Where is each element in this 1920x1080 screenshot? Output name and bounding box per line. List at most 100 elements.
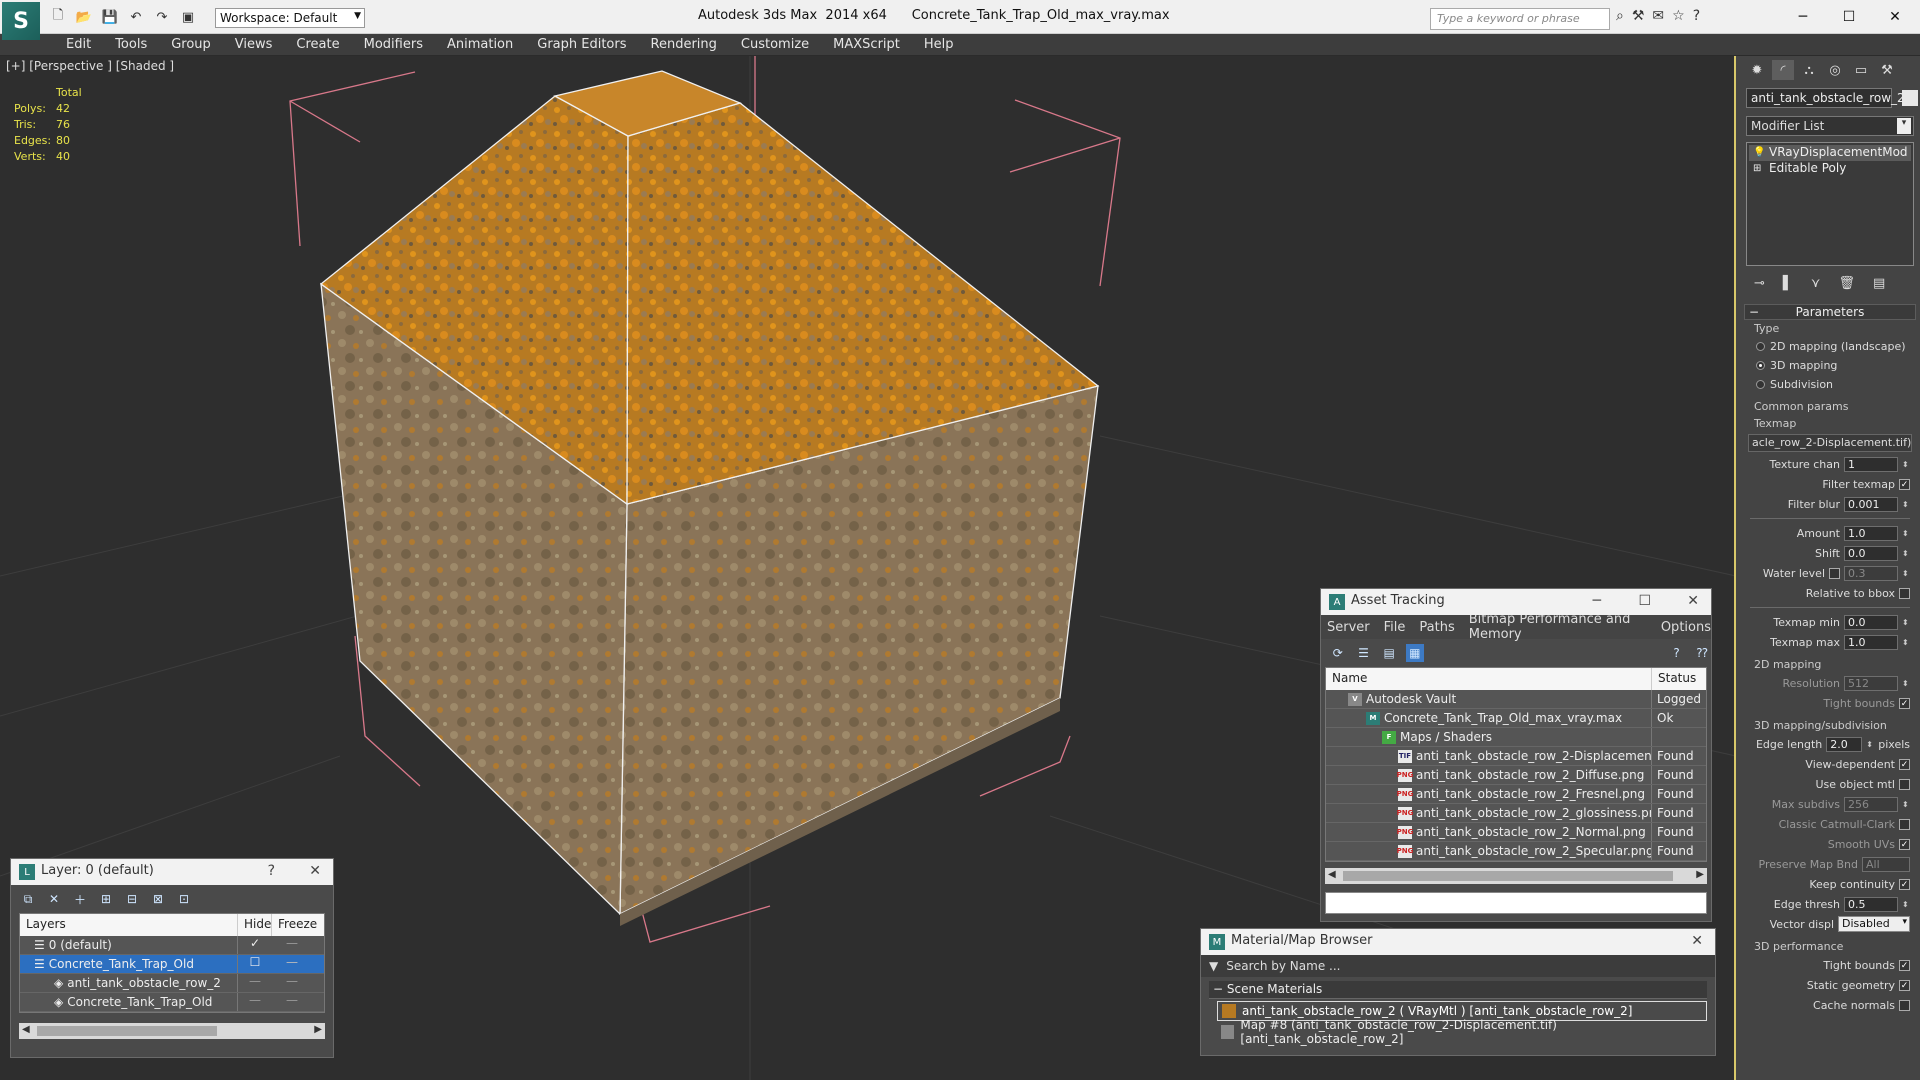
asset-row[interactable]: TIF anti_tank_obstacle_row_2-Displacement… [1326,747,1706,766]
smooth-uvs-checkbox[interactable]: ✓ [1899,838,1910,850]
col-freeze[interactable]: Freeze [272,914,317,936]
display-tab-icon[interactable]: ▭ [1850,60,1872,80]
object-name-field[interactable]: anti_tank_obstacle_row_2 [1746,88,1905,108]
texmap-min-input[interactable]: 0.0 [1844,614,1898,630]
edge-length-input[interactable]: 2.0 [1826,736,1863,752]
minimize-icon[interactable]: ─ [1780,4,1826,30]
remove-modifier-icon[interactable]: 🗑 [1838,276,1855,292]
spinner-icon[interactable]: ⬍ [1902,529,1910,538]
help-button[interactable]: ? [268,863,275,879]
scroll-left-icon[interactable]: ◀ [22,1024,30,1035]
col-name[interactable]: Name [1326,668,1652,690]
list-view-icon[interactable]: ☰ [1355,644,1373,662]
close-button[interactable]: ✕ [309,863,321,879]
stack-item-vray-displacement[interactable]: 💡 VRayDisplacementMod [1749,145,1911,161]
menu-options[interactable]: Options [1661,620,1711,635]
asset-row[interactable]: PNG anti_tank_obstacle_row_2_Specular.png… [1326,842,1706,861]
asset-row[interactable]: VAutodesk Vault Logged O [1326,690,1706,709]
col-layers[interactable]: Layers [20,914,238,936]
viewport-label[interactable]: [+] [Perspective ] [Shaded ] [6,59,174,73]
open-file-icon[interactable]: 📂 [74,8,94,26]
show-end-result-icon[interactable]: ▌ [1783,276,1793,292]
menu-modifiers[interactable]: Modifiers [352,34,435,55]
pin-stack-icon[interactable]: ⊸ [1754,276,1765,292]
filter-texmap-checkbox[interactable]: ✓ [1899,478,1910,490]
table-view-icon[interactable]: ▦ [1406,644,1424,662]
active-layer-check-icon[interactable]: ✓ [238,936,272,954]
maximize-icon[interactable]: ☐ [1826,4,1872,30]
help-icon[interactable]: ? [1668,644,1686,662]
tank-trap-object[interactable] [319,70,1100,926]
scroll-right-icon[interactable]: ▶ [314,1024,322,1035]
spinner-icon[interactable]: ⬍ [1902,460,1910,469]
scroll-right-icon[interactable]: ▶ [1696,869,1704,880]
add-layer-icon[interactable]: ＋ [71,890,89,908]
search-options-icon[interactable]: ▼ [1209,959,1218,973]
binoculars-icon[interactable]: ⌕ [1616,8,1624,24]
minimize-icon[interactable]: ─ [1593,593,1601,609]
menu-animation[interactable]: Animation [435,34,525,55]
stack-item-editable-poly[interactable]: ⊞ Editable Poly [1749,161,1911,177]
material-search-bar[interactable]: ▼ Search by Name ... [1201,955,1715,977]
subscription-icon[interactable]: ⚒ [1632,8,1645,24]
menu-maxscript[interactable]: MAXScript [821,34,912,55]
water-level-checkbox[interactable] [1829,567,1840,579]
radio-3d-mapping[interactable]: 3D mapping [1740,356,1920,375]
search-input[interactable]: Type a keyword or phrase [1430,8,1610,30]
motion-tab-icon[interactable]: ◎ [1824,60,1846,80]
maximize-icon[interactable]: ☐ [1638,593,1651,609]
col-status[interactable]: Status [1652,668,1704,690]
water-level-input[interactable]: 0.3 [1844,565,1898,581]
asset-row[interactable]: PNG anti_tank_obstacle_row_2_Normal.png F… [1326,823,1706,842]
parameters-rollout[interactable]: − Parameters [1744,304,1916,320]
resolution-input[interactable]: 512 [1844,675,1898,691]
close-icon[interactable]: ✕ [1687,593,1699,609]
select-objects-icon[interactable]: ⊞ [97,890,115,908]
hierarchy-tab-icon[interactable]: ⛬ [1798,60,1820,80]
use-object-mtl-checkbox[interactable] [1899,778,1910,790]
scroll-thumb[interactable] [37,1026,217,1036]
freeze-toggle[interactable]: — [272,993,312,1011]
asset-row[interactable]: PNG anti_tank_obstacle_row_2_Diffuse.png … [1326,766,1706,785]
shift-input[interactable]: 0.0 [1844,545,1898,561]
col-hide[interactable]: Hide [238,914,272,936]
scene-materials-header[interactable]: − Scene Materials [1209,981,1707,999]
delete-icon[interactable]: ✕ [45,890,63,908]
highlight-icon[interactable]: ⊟ [123,890,141,908]
spinner-icon[interactable]: ⬍ [1902,569,1910,578]
context-help-icon[interactable]: ⁇ [1693,644,1711,662]
view-dependent-checkbox[interactable]: ✓ [1899,758,1910,770]
new-file-icon[interactable]: 🗋 [48,8,68,26]
cache-normals-checkbox[interactable] [1899,999,1910,1011]
texture-chan-input[interactable]: 1 [1844,456,1898,472]
collapse-icon[interactable]: − [1213,982,1223,996]
menu-views[interactable]: Views [223,34,285,55]
relative-bbox-checkbox[interactable] [1899,587,1910,599]
hide-toggle[interactable]: ☐ [238,955,272,973]
scroll-left-icon[interactable]: ◀ [1328,869,1336,880]
create-tab-icon[interactable]: ✹ [1746,60,1768,80]
object-color-swatch[interactable] [1901,90,1918,106]
freeze-all-icon[interactable]: ⊡ [175,890,193,908]
project-folder-icon[interactable]: ▣ [178,8,198,26]
app-logo-icon[interactable]: S [2,2,40,40]
freeze-toggle[interactable]: — [272,936,312,954]
spinner-icon[interactable]: ⬍ [1902,549,1910,558]
filter-blur-input[interactable]: 0.001 [1844,496,1898,512]
communication-icon[interactable]: ✉ [1652,8,1664,24]
spinner-icon[interactable]: ⬍ [1902,900,1910,909]
amount-input[interactable]: 1.0 [1844,525,1898,541]
vector-displ-dropdown[interactable]: Disabled [1838,916,1910,932]
material-item[interactable]: Map #8 (anti_tank_obstacle_row_2-Displac… [1217,1018,1707,1046]
menu-bitmap-performance[interactable]: Bitmap Performance and Memory [1469,612,1647,642]
layer-sort-icon[interactable]: ⧉ [19,890,37,908]
close-icon[interactable]: ✕ [1691,933,1703,949]
menu-tools[interactable]: Tools [103,34,159,55]
menu-help[interactable]: Help [912,34,966,55]
layer-row[interactable]: ☰ 0 (default) ✓ — [20,936,324,955]
spinner-icon[interactable]: ⬍ [1902,679,1910,688]
menu-group[interactable]: Group [159,34,223,55]
refresh-icon[interactable]: ⟳ [1329,644,1347,662]
menu-create[interactable]: Create [284,34,351,55]
hide-all-icon[interactable]: ⊠ [149,890,167,908]
